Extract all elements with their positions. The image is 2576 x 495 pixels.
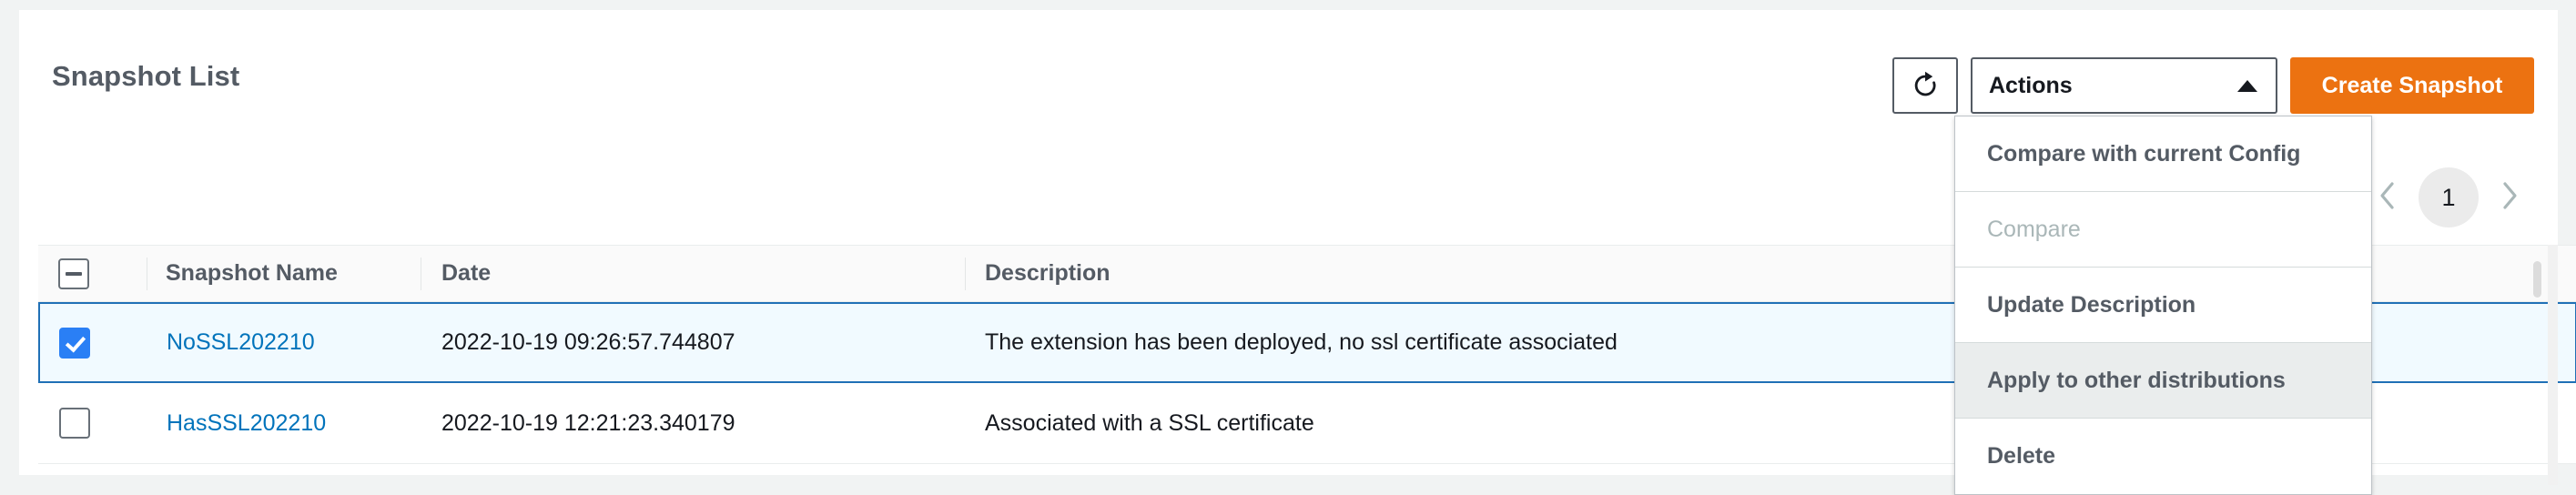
chevron-left-icon xyxy=(2378,180,2398,216)
column-header-description[interactable]: Description xyxy=(985,246,1111,301)
select-all-checkbox[interactable] xyxy=(58,258,89,289)
row-checkbox[interactable] xyxy=(59,408,90,439)
column-header-date[interactable]: Date xyxy=(441,246,491,301)
menu-item-compare: Compare xyxy=(1955,192,2371,268)
toolbar: Actions Compare with current Config Comp… xyxy=(1892,57,2534,495)
column-header-label: Description xyxy=(985,260,1111,286)
row-checkbox[interactable] xyxy=(59,327,90,359)
cell-description: The extension has been deployed, no ssl … xyxy=(985,329,1618,355)
menu-item-label: Compare xyxy=(1987,216,2081,242)
column-divider xyxy=(965,258,966,290)
menu-item-update-description[interactable]: Update Description xyxy=(1955,268,2371,343)
create-snapshot-label: Create Snapshot xyxy=(2321,72,2503,98)
cell-description: Associated with a SSL certificate xyxy=(985,409,1314,436)
actions-dropdown-wrapper: Actions Compare with current Config Comp… xyxy=(1954,57,2372,495)
column-header-label: Date xyxy=(441,260,492,286)
table-vertical-scrollbar-track[interactable] xyxy=(2548,245,2558,485)
menu-item-compare-with-current-config[interactable]: Compare with current Config xyxy=(1955,116,2371,192)
create-snapshot-button[interactable]: Create Snapshot xyxy=(2290,57,2534,114)
menu-item-label: Compare with current Config xyxy=(1987,140,2301,167)
snapshot-list-page: Snapshot List Actions Compare with curre… xyxy=(0,0,2576,495)
column-header-snapshot-name[interactable]: Snapshot Name xyxy=(166,246,338,301)
menu-item-label: Update Description xyxy=(1987,291,2196,318)
actions-menu: Compare with current Config Compare Upda… xyxy=(1954,116,2372,495)
pagination-next-button[interactable] xyxy=(2491,175,2528,220)
pagination: 1 xyxy=(2369,159,2528,236)
table-vertical-scrollbar-thumb[interactable] xyxy=(2533,261,2541,298)
pagination-page-label: 1 xyxy=(2441,183,2456,211)
actions-button[interactable]: Actions xyxy=(1971,57,2277,114)
snapshot-name-link[interactable]: HasSSL202210 xyxy=(167,410,326,437)
actions-button-label: Actions xyxy=(1989,72,2073,98)
column-header-label: Snapshot Name xyxy=(166,260,338,286)
refresh-button[interactable] xyxy=(1892,57,1958,114)
snapshot-name-link[interactable]: NoSSL202210 xyxy=(167,329,315,356)
pagination-page-1[interactable]: 1 xyxy=(2419,167,2479,227)
cell-date: 2022-10-19 09:26:57.744807 xyxy=(441,329,735,355)
refresh-icon xyxy=(1911,71,1940,100)
cell-snapshot-name[interactable]: HasSSL202210 xyxy=(167,383,326,463)
caret-up-icon xyxy=(2237,79,2257,92)
chevron-right-icon xyxy=(2500,180,2520,216)
pagination-prev-button[interactable] xyxy=(2369,175,2406,220)
cell-date: 2022-10-19 12:21:23.340179 xyxy=(441,409,735,436)
menu-item-label: Apply to other distributions xyxy=(1987,367,2286,393)
menu-item-label: Delete xyxy=(1987,443,2056,469)
menu-item-delete[interactable]: Delete xyxy=(1955,419,2371,494)
content-card: Snapshot List Actions Compare with curre… xyxy=(19,10,2576,495)
menu-item-apply-to-other-distributions[interactable]: Apply to other distributions xyxy=(1955,343,2371,419)
page-title: Snapshot List xyxy=(52,60,240,92)
cell-snapshot-name[interactable]: NoSSL202210 xyxy=(167,304,315,381)
